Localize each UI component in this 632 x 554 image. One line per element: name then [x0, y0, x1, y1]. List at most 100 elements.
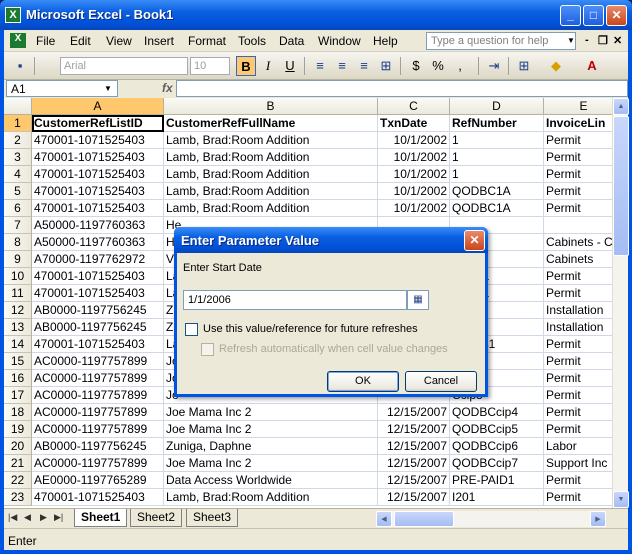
grid-cell[interactable]: 470001-1071525403 — [32, 149, 164, 166]
save-icon[interactable]: ▪ — [10, 56, 30, 76]
grid-cell[interactable]: 12/15/2007 — [378, 472, 450, 489]
grid-cell[interactable]: Permit — [544, 183, 612, 200]
dialog-title[interactable]: Enter Parameter Value — [174, 227, 488, 253]
grid-cell[interactable]: QODBCcip6 — [450, 438, 544, 455]
grid-cell[interactable]: Permit — [544, 472, 612, 489]
first-sheet-icon[interactable]: |◀ — [8, 512, 17, 523]
grid-cell[interactable]: 470001-1071525403 — [32, 336, 164, 353]
grid-cell[interactable]: 12/15/2007 — [378, 489, 450, 506]
grid-cell[interactable]: InvoiceLin — [544, 115, 612, 132]
cancel-button[interactable]: Cancel — [405, 371, 477, 392]
insert-function-icon[interactable]: fx — [162, 81, 173, 95]
grid-cell[interactable]: Permit — [544, 353, 612, 370]
scroll-right-icon[interactable]: ▶ — [590, 511, 606, 527]
column-header[interactable]: C — [378, 98, 450, 115]
column-header[interactable]: D — [450, 98, 544, 115]
row-header[interactable]: 20 — [4, 438, 32, 455]
grid-cell[interactable]: 10/1/2002 — [378, 149, 450, 166]
next-sheet-icon[interactable]: ▶ — [40, 512, 47, 523]
grid-cell[interactable]: Permit — [544, 370, 612, 387]
row-header[interactable]: 15 — [4, 353, 32, 370]
row-header[interactable]: 2 — [4, 132, 32, 149]
menu-view[interactable]: View — [106, 34, 132, 48]
grid-cell[interactable]: Permit — [544, 149, 612, 166]
grid-cell[interactable]: AC0000-1197757899 — [32, 370, 164, 387]
borders-icon[interactable]: ⊞ — [514, 56, 534, 76]
grid-cell[interactable]: 10/1/2002 — [378, 132, 450, 149]
font-name-select[interactable]: Arial — [60, 57, 188, 75]
grid-cell[interactable]: Permit — [544, 336, 612, 353]
merge-center-icon[interactable]: ⊞ — [376, 56, 396, 76]
grid-cell[interactable]: AC0000-1197757899 — [32, 421, 164, 438]
currency-button[interactable]: $ — [406, 56, 426, 76]
select-all-corner[interactable] — [4, 98, 32, 115]
grid-cell[interactable]: 470001-1071525403 — [32, 285, 164, 302]
grid-cell[interactable]: Permit — [544, 166, 612, 183]
grid-cell[interactable]: Lamb, Brad:Room Addition — [164, 166, 378, 183]
grid-cell[interactable]: CustomerRefFullName — [164, 115, 378, 132]
prev-sheet-icon[interactable]: ◀ — [24, 512, 31, 523]
grid-cell[interactable]: 12/15/2007 — [378, 421, 450, 438]
font-size-select[interactable]: 10 — [190, 57, 230, 75]
grid-cell[interactable]: QODBC1A — [450, 200, 544, 217]
fill-color-icon[interactable]: ◆ — [546, 56, 566, 76]
bold-button[interactable]: B — [236, 56, 256, 76]
grid-cell[interactable]: Permit — [544, 132, 612, 149]
mdi-minimize-button[interactable]: - — [585, 34, 589, 46]
menu-window[interactable]: Window — [318, 34, 361, 48]
ask-question-input[interactable]: Type a question for help — [426, 32, 576, 50]
title-bar[interactable]: X Microsoft Excel - Book1 _ □ ✕ — [0, 0, 632, 30]
scroll-down-icon[interactable]: ▼ — [613, 491, 629, 508]
grid-cell[interactable]: 470001-1071525403 — [32, 166, 164, 183]
grid-cell[interactable]: A70000-1197762972 — [32, 251, 164, 268]
grid-cell[interactable]: Lamb, Brad:Room Addition — [164, 200, 378, 217]
grid-cell[interactable]: Lamb, Brad:Room Addition — [164, 489, 378, 506]
grid-cell[interactable]: 1 — [450, 149, 544, 166]
vertical-scrollbar[interactable]: ▲ ▼ — [612, 98, 629, 508]
row-header[interactable]: 18 — [4, 404, 32, 421]
menu-format[interactable]: Format — [188, 34, 226, 48]
row-header[interactable]: 12 — [4, 302, 32, 319]
grid-cell[interactable]: 12/15/2007 — [378, 455, 450, 472]
grid-cell[interactable]: A50000-1197760363 — [32, 234, 164, 251]
grid-cell[interactable]: AC0000-1197757899 — [32, 387, 164, 404]
grid-cell[interactable]: Permit — [544, 200, 612, 217]
refresh-auto-checkbox[interactable] — [201, 343, 214, 356]
font-color-icon[interactable]: A — [582, 56, 602, 76]
grid-cell[interactable]: Joe Mama Inc 2 — [164, 421, 378, 438]
grid-cell[interactable]: 1 — [450, 166, 544, 183]
row-header[interactable]: 21 — [4, 455, 32, 472]
start-date-input[interactable]: 1/1/2006 — [183, 290, 407, 310]
sheet-tab-1[interactable]: Sheet1 — [74, 509, 128, 527]
grid-cell[interactable]: TxnDate — [378, 115, 450, 132]
grid-cell[interactable]: Lamb, Brad:Room Addition — [164, 132, 378, 149]
grid-cell[interactable]: AB0000-1197756245 — [32, 319, 164, 336]
grid-cell[interactable]: AB0000-1197756245 — [32, 438, 164, 455]
scroll-up-icon[interactable]: ▲ — [613, 98, 629, 115]
grid-cell[interactable]: Labor — [544, 438, 612, 455]
column-header[interactable]: A — [32, 98, 164, 115]
row-header[interactable]: 13 — [4, 319, 32, 336]
menu-help[interactable]: Help — [373, 34, 398, 48]
cell-reference-icon[interactable]: ▦ — [407, 290, 429, 310]
grid-cell[interactable]: Joe Mama Inc 2 — [164, 404, 378, 421]
mdi-restore-button[interactable]: ❐ — [598, 34, 608, 47]
ok-button[interactable]: OK — [327, 371, 399, 392]
grid-cell[interactable]: Permit — [544, 285, 612, 302]
name-box[interactable]: A1 — [6, 80, 118, 97]
grid-cell[interactable]: 12/15/2007 — [378, 438, 450, 455]
last-sheet-icon[interactable]: ▶| — [54, 512, 63, 523]
grid-cell[interactable]: I201 — [450, 489, 544, 506]
row-header[interactable]: 14 — [4, 336, 32, 353]
grid-cell[interactable]: Permit — [544, 268, 612, 285]
chevron-down-icon[interactable]: ▼ — [104, 84, 112, 93]
dialog-close-button[interactable]: ✕ — [464, 230, 485, 251]
row-header[interactable]: 7 — [4, 217, 32, 234]
grid-cell[interactable]: AC0000-1197757899 — [32, 404, 164, 421]
row-header[interactable]: 23 — [4, 489, 32, 506]
row-header[interactable]: 1 — [4, 115, 32, 132]
grid-cell[interactable] — [544, 217, 612, 234]
scroll-thumb[interactable] — [394, 511, 454, 527]
grid-cell[interactable]: 470001-1071525403 — [32, 489, 164, 506]
comma-button[interactable]: , — [450, 56, 470, 76]
